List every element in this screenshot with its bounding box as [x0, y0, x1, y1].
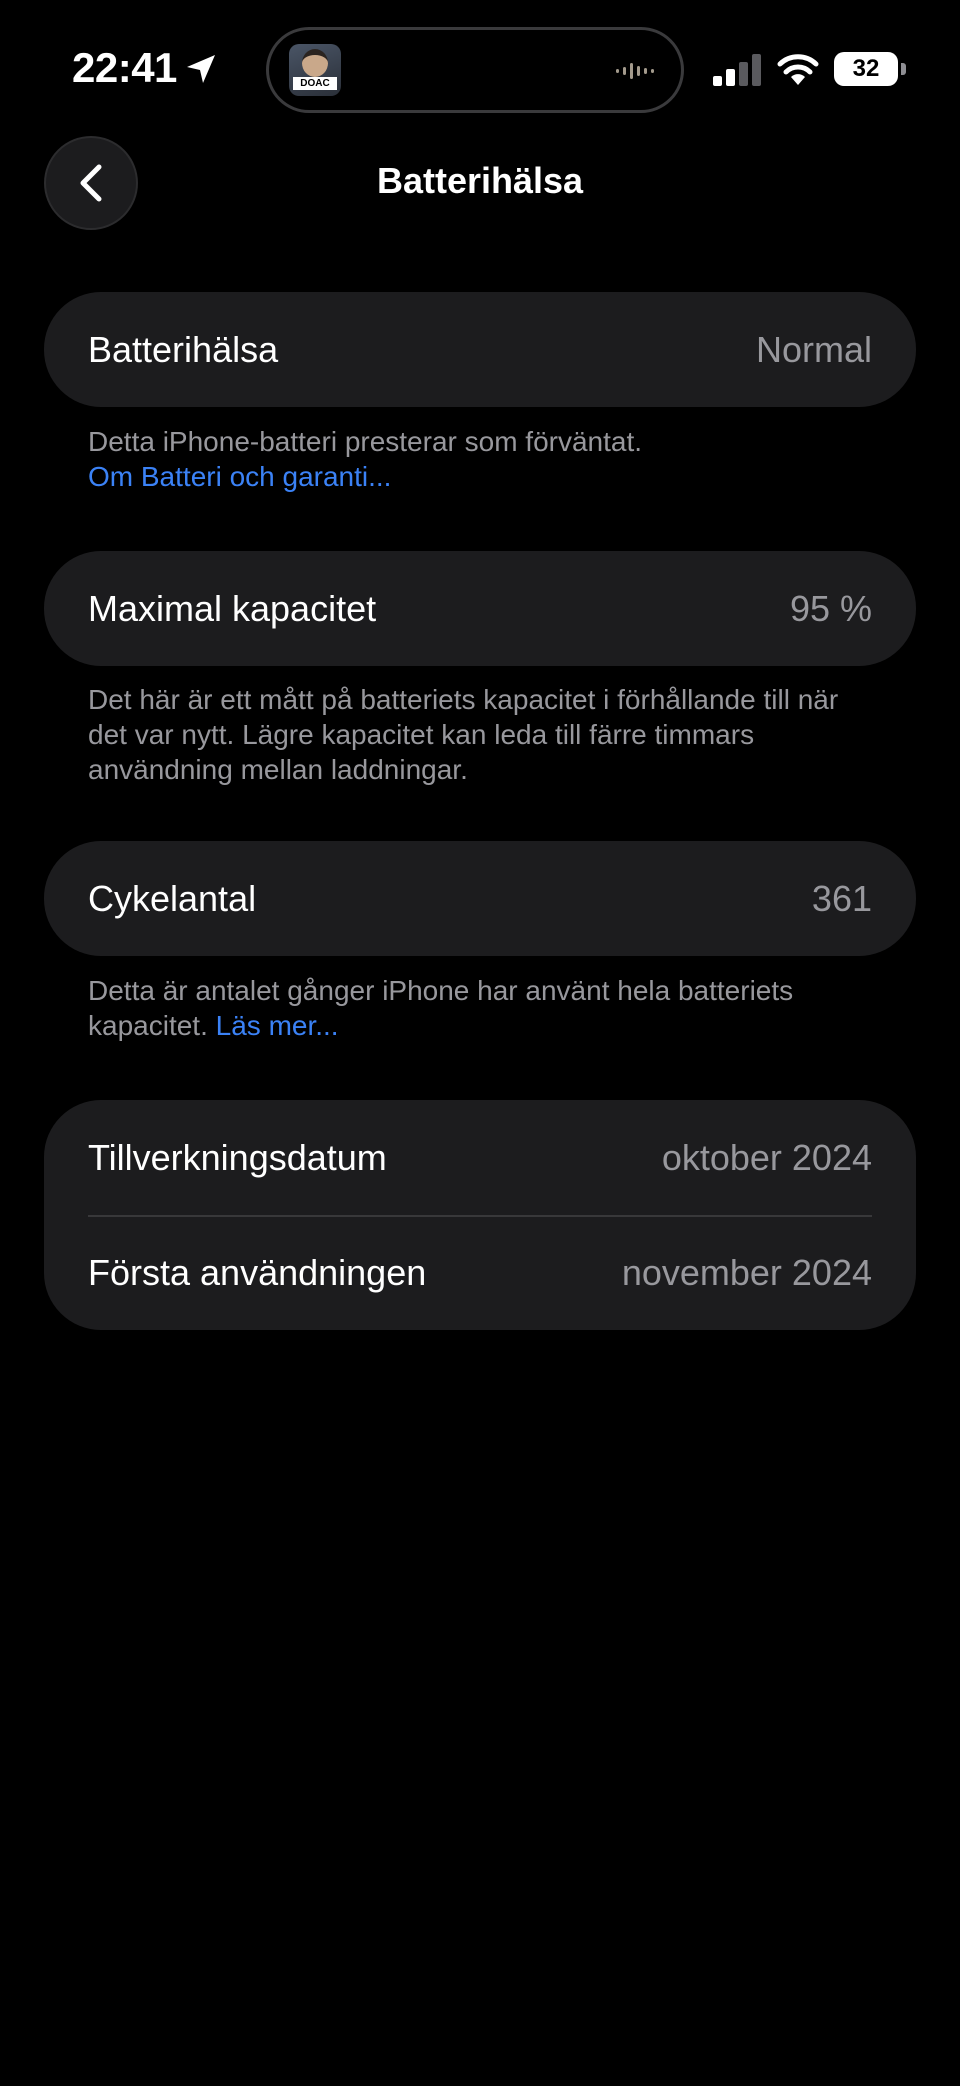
first-use-row: Första användningen november 2024	[44, 1215, 916, 1330]
cycle-count-description: Detta är antalet gånger iPhone har använ…	[88, 975, 794, 1041]
max-capacity-row: Maximal kapacitet 95 %	[44, 551, 916, 666]
battery-health-footnote: Detta iPhone-batteri presterar som förvä…	[88, 424, 888, 494]
audio-waveform-icon	[615, 56, 659, 86]
status-bar: 22:41 DOAC 32	[0, 0, 960, 140]
max-capacity-card: Maximal kapacitet 95 %	[44, 551, 916, 666]
location-arrow-icon	[184, 52, 218, 86]
first-use-label: Första användningen	[88, 1252, 427, 1293]
battery-tip	[901, 63, 906, 75]
dynamic-island[interactable]: DOAC	[266, 27, 684, 113]
max-capacity-footnote: Det här är ett mått på batteriets kapaci…	[88, 684, 839, 785]
battery-level: 32	[852, 55, 880, 82]
battery-health-value: Normal	[755, 329, 872, 370]
battery-icon: 32	[834, 52, 906, 86]
cycle-count-label: Cykelantal	[88, 878, 257, 919]
battery-health-card: Batterihälsa Normal	[44, 292, 916, 407]
battery-health-row: Batterihälsa Normal	[44, 292, 916, 407]
artwork-label: DOAC	[293, 77, 337, 90]
cycle-count-row: Cykelantal 361	[44, 841, 916, 956]
manufacture-date-value: oktober 2024	[661, 1137, 872, 1178]
cellular-signal-icon	[713, 54, 763, 86]
cycle-count-value: 361	[811, 878, 872, 919]
battery-health-description: Detta iPhone-batteri presterar som förvä…	[88, 426, 643, 457]
manufacture-date-label: Tillverkningsdatum	[88, 1137, 387, 1178]
first-use-value: november 2024	[621, 1252, 872, 1293]
wifi-icon	[776, 52, 820, 86]
page-title: Batterihälsa	[376, 160, 584, 201]
read-more-link[interactable]: Läs mer...	[216, 1010, 339, 1041]
status-time: 22:41	[72, 44, 177, 91]
max-capacity-value: 95 %	[789, 588, 872, 629]
artwork-face	[302, 49, 328, 77]
battery-health-label: Batterihälsa	[88, 329, 279, 370]
manufacture-date-row: Tillverkningsdatum oktober 2024	[44, 1100, 916, 1215]
cycle-count-card: Cykelantal 361	[44, 841, 916, 956]
battery-warranty-link[interactable]: Om Batteri och garanti...	[88, 459, 888, 494]
max-capacity-label: Maximal kapacitet	[88, 588, 377, 629]
cycle-count-footnote: Detta är antalet gånger iPhone har använ…	[88, 973, 878, 1043]
dates-card: Tillverkningsdatum oktober 2024 Första a…	[44, 1100, 916, 1330]
now-playing-artwork[interactable]: DOAC	[289, 44, 341, 96]
